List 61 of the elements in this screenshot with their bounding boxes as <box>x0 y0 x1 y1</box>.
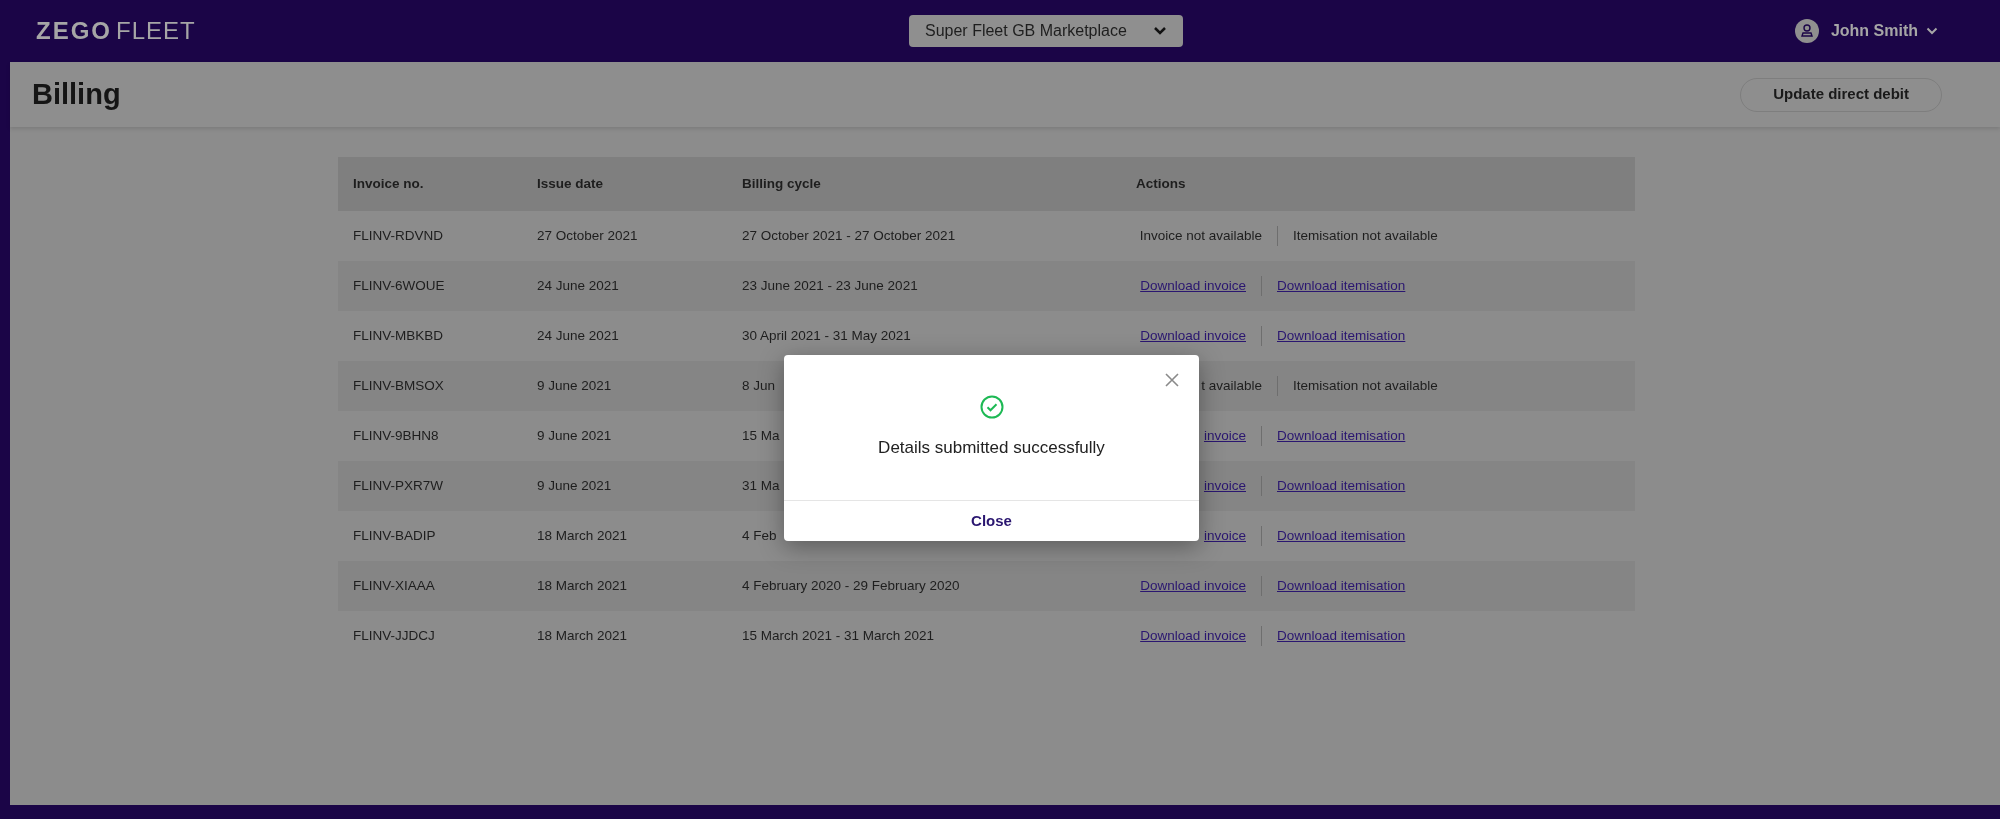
issue-date: 9 June 2021 <box>537 427 612 443</box>
invoice-number: FLINV-BMSOX <box>353 377 444 393</box>
billing-cycle: 4 Feb <box>742 527 777 543</box>
user-avatar-icon <box>1794 19 1819 43</box>
issue-date: 24 June 2021 <box>537 327 619 343</box>
column-header: Billing cycle <box>727 157 1121 211</box>
download-link[interactable]: Download itemisation <box>1277 525 1406 547</box>
column-header: Invoice no. <box>338 157 522 211</box>
column-header: Actions <box>1121 157 1635 211</box>
download-link[interactable]: Download invoice <box>1140 325 1246 347</box>
download-link[interactable]: Download invoice <box>1140 275 1246 297</box>
invoice-number: FLINV-9BHN8 <box>353 427 439 443</box>
download-link[interactable]: invoice <box>1203 475 1246 497</box>
download-link[interactable]: Download itemisation <box>1277 475 1406 497</box>
invoice-number: FLINV-BADIP <box>353 527 436 543</box>
download-link[interactable]: Download itemisation <box>1277 275 1406 297</box>
download-link[interactable]: Download invoice <box>1140 575 1246 597</box>
issue-date: 18 March 2021 <box>537 627 628 643</box>
billing-cycle: 30 April 2021 - 31 May 2021 <box>742 327 911 343</box>
billing-cycle: 15 March 2021 - 31 March 2021 <box>742 627 935 643</box>
issue-date: 9 June 2021 <box>537 377 612 393</box>
column-header: Issue date <box>522 157 727 211</box>
download-link[interactable]: invoice <box>1203 425 1246 447</box>
billing-cycle: 4 February 2020 - 29 February 2020 <box>742 577 960 593</box>
billing-cycle: 31 Ma <box>742 477 780 493</box>
download-link[interactable]: Download itemisation <box>1277 325 1406 347</box>
issue-date: 18 March 2021 <box>537 577 628 593</box>
success-check-icon <box>979 395 1004 419</box>
download-link[interactable]: Download itemisation <box>1277 425 1406 447</box>
download-link[interactable]: Download itemisation <box>1277 625 1406 647</box>
invoice-number: FLINV-JJDCJ <box>353 627 435 643</box>
account-dropdown[interactable]: Super Fleet GB Marketplace <box>909 15 1183 47</box>
billing-cycle: 8 Jun <box>742 377 776 393</box>
chevron-down-icon <box>1926 27 1938 35</box>
unavailable-text: t available <box>1201 376 1262 395</box>
issue-date: 9 June 2021 <box>537 477 612 493</box>
unavailable-text: Itemisation not available <box>1293 376 1438 395</box>
download-link[interactable]: invoice <box>1203 525 1246 547</box>
chevron-down-icon <box>1153 26 1167 36</box>
logo-brand: ZEGO <box>36 16 112 46</box>
invoice-number: FLINV-PXR7W <box>353 477 444 493</box>
unavailable-text: Itemisation not available <box>1293 226 1438 245</box>
page-title: Billing <box>32 76 121 112</box>
invoice-number: FLINV-XIAAA <box>353 577 435 593</box>
invoice-number: FLINV-6WOUE <box>353 277 445 293</box>
issue-date: 18 March 2021 <box>537 527 628 543</box>
billing-cycle: 27 October 2021 - 27 October 2021 <box>742 227 956 243</box>
invoice-number: FLINV-RDVND <box>353 227 443 243</box>
billing-cycle: 23 June 2021 - 23 June 2021 <box>742 277 918 293</box>
download-link[interactable]: Download itemisation <box>1277 575 1406 597</box>
logo-product: FLEET <box>116 16 196 46</box>
download-link[interactable]: Download invoice <box>1140 625 1246 647</box>
invoice-number: FLINV-MBKBD <box>353 327 444 343</box>
close-icon[interactable] <box>1165 373 1179 387</box>
dialog-message: Details submitted successfully <box>878 437 1105 459</box>
billing-cycle: 15 Ma <box>742 427 780 443</box>
user-menu[interactable]: John Smith <box>1830 19 1938 43</box>
close-button[interactable]: Close <box>971 509 1012 533</box>
issue-date: 27 October 2021 <box>537 227 638 243</box>
unavailable-text: Invoice not available <box>1139 226 1262 245</box>
issue-date: 24 June 2021 <box>537 277 619 293</box>
